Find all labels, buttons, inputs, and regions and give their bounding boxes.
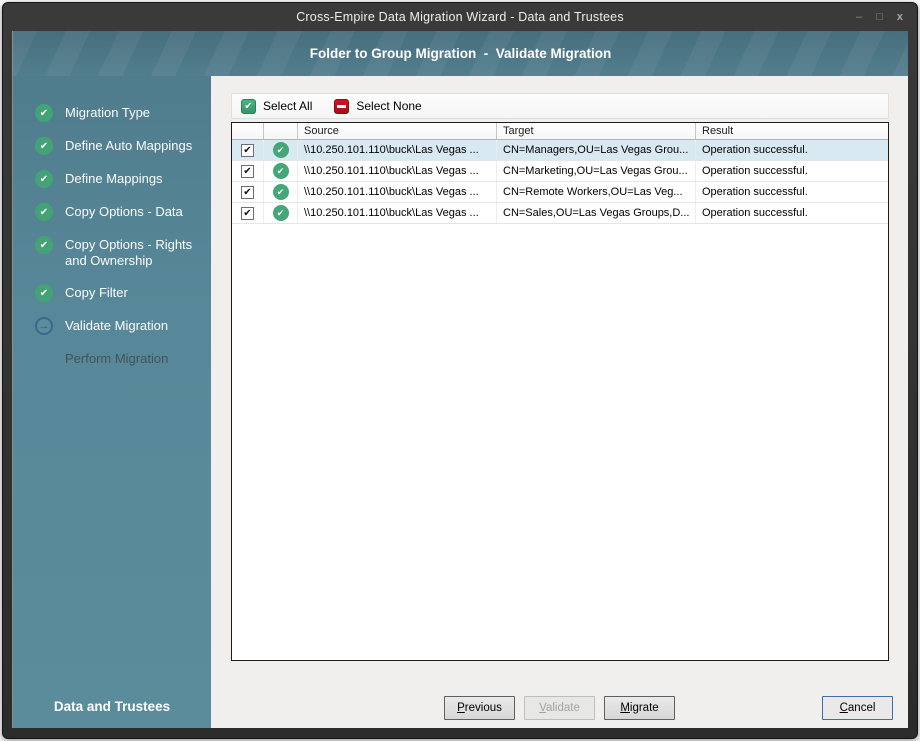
column-header-source: Source (298, 123, 497, 139)
table-row[interactable]: ✔ ✔ \\10.250.101.110\buck\Las Vegas ... … (232, 140, 888, 161)
sidebar-item-copy-filter: ✔ Copy Filter (13, 284, 211, 302)
wizard-nav-buttons: Previous Validate Migrate (211, 696, 908, 720)
window-content: Folder to Group Migration - Validate Mig… (12, 31, 908, 728)
target-cell: CN=Marketing,OU=Las Vegas Grou... (497, 161, 696, 181)
source-cell: \\10.250.101.110\buck\Las Vegas ... (298, 182, 497, 202)
result-cell: Operation successful. (702, 186, 808, 198)
wizard-window: Cross-Empire Data Migration Wizard - Dat… (2, 2, 918, 739)
minimize-icon[interactable]: – (856, 11, 862, 23)
step-label: Validate Migration (65, 318, 169, 333)
step-label: Define Mappings (65, 171, 163, 186)
target-cell: CN=Remote Workers,OU=Las Veg... (497, 182, 696, 202)
step-current-icon: → (35, 317, 53, 335)
select-none-icon (334, 98, 350, 114)
close-icon[interactable]: x (897, 11, 903, 23)
table-header: Source Target Result (232, 123, 888, 140)
table-row[interactable]: ✔ ✔ \\10.250.101.110\buck\Las Vegas ... … (232, 161, 888, 182)
row-checkbox[interactable]: ✔ (241, 185, 254, 199)
step-list: ✔ Migration Type ✔ Define Auto Mappings … (13, 76, 211, 368)
selection-toolbar: ✔ Select All Select None (231, 93, 889, 119)
table-row[interactable]: ✔ ✔ \\10.250.101.110\buck\Las Vegas ... … (232, 182, 888, 203)
sidebar-item-copy-options-data: ✔ Copy Options - Data (13, 203, 211, 221)
select-all-button[interactable]: ✔ Select All (241, 98, 313, 114)
validate-button[interactable]: Validate (524, 696, 595, 720)
step-done-icon: ✔ (35, 104, 53, 122)
success-icon: ✔ (272, 163, 289, 179)
target-cell: CN=Managers,OU=Las Vegas Grou... (497, 140, 696, 160)
migrate-button[interactable]: Migrate (604, 696, 675, 720)
cancel-button[interactable]: Cancel (822, 696, 893, 720)
step-done-icon: ✔ (35, 137, 53, 155)
table-row[interactable]: ✔ ✔ \\10.250.101.110\buck\Las Vegas ... … (232, 203, 888, 224)
select-all-label: Select All (263, 99, 313, 113)
source-cell: \\10.250.101.110\buck\Las Vegas ... (298, 140, 497, 160)
sidebar-item-define-auto-mappings: ✔ Define Auto Mappings (13, 137, 211, 155)
column-header-result: Result (702, 125, 734, 137)
column-header-status (264, 123, 298, 139)
source-cell: \\10.250.101.110\buck\Las Vegas ... (298, 161, 497, 181)
window-title: Cross-Empire Data Migration Wizard - Dat… (296, 10, 624, 24)
success-icon: ✔ (272, 142, 289, 158)
result-cell: Operation successful. (702, 207, 808, 219)
success-icon: ✔ (272, 184, 289, 200)
target-cell: CN=Sales,OU=Las Vegas Groups,D... (497, 203, 696, 223)
step-header-title: Folder to Group Migration - Validate Mig… (309, 46, 612, 61)
sidebar-item-copy-options-rights: ✔ Copy Options - Rights and Ownership (13, 236, 211, 269)
step-done-icon: ✔ (35, 170, 53, 188)
select-none-label: Select None (356, 99, 422, 113)
sidebar-item-validate-migration: → Validate Migration (13, 317, 211, 335)
step-header-band: Folder to Group Migration - Validate Mig… (13, 31, 908, 76)
step-label: Copy Filter (65, 285, 128, 300)
previous-button[interactable]: Previous (444, 696, 515, 720)
table-body: ✔ ✔ \\10.250.101.110\buck\Las Vegas ... … (232, 140, 888, 224)
step-done-icon: ✔ (35, 236, 53, 254)
row-checkbox[interactable]: ✔ (241, 206, 254, 220)
result-cell: Operation successful. (702, 144, 808, 156)
sidebar-item-perform-migration: Perform Migration (13, 350, 211, 368)
wizard-mode-label: Data and Trustees (53, 699, 171, 714)
step-done-icon: ✔ (35, 203, 53, 221)
step-label: Define Auto Mappings (65, 138, 193, 153)
step-done-icon: ✔ (35, 284, 53, 302)
column-header-checkbox (232, 123, 264, 139)
step-label: Migration Type (65, 105, 151, 120)
validation-results-table: Source Target Result ✔ ✔ \\10.250.101.11… (231, 122, 889, 661)
titlebar: Cross-Empire Data Migration Wizard - Dat… (3, 3, 917, 31)
result-cell: Operation successful. (702, 165, 808, 177)
select-all-icon: ✔ (241, 98, 256, 114)
step-label: Copy Options - Rights and Ownership (65, 237, 193, 268)
success-icon: ✔ (272, 205, 289, 221)
row-checkbox[interactable]: ✔ (241, 164, 254, 178)
row-checkbox[interactable]: ✔ (241, 143, 254, 157)
select-none-button[interactable]: Select None (334, 98, 422, 114)
sidebar-item-define-mappings: ✔ Define Mappings (13, 170, 211, 188)
window-controls: – □ x (856, 3, 903, 31)
source-cell: \\10.250.101.110\buck\Las Vegas ... (298, 203, 497, 223)
column-header-target: Target (497, 123, 696, 139)
step-label: Perform Migration (65, 351, 169, 366)
maximize-icon[interactable]: □ (876, 11, 883, 23)
sidebar-item-migration-type: ✔ Migration Type (13, 104, 211, 122)
main-panel: ✔ Select All Select None Source Target R… (211, 76, 908, 728)
step-label: Copy Options - Data (65, 204, 183, 219)
sidebar: ✔ Migration Type ✔ Define Auto Mappings … (13, 76, 211, 728)
